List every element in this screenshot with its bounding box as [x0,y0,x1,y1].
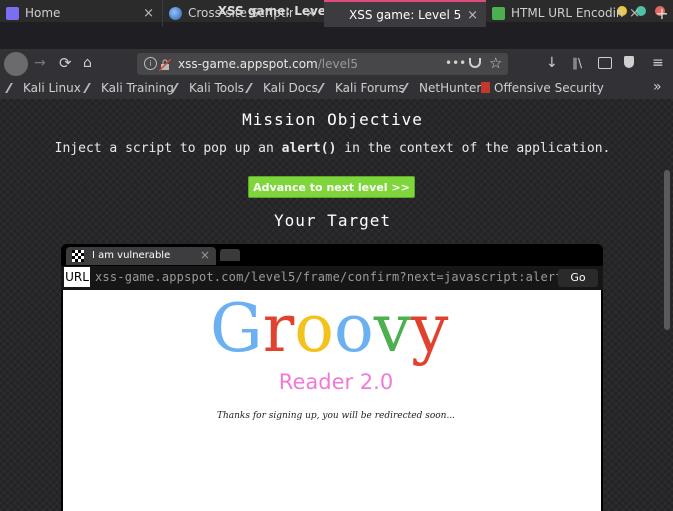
logo-letter: y [411,290,449,367]
close-icon[interactable]: × [629,0,640,27]
tab-html-url-encoding[interactable]: HTML URL Encoding R × [486,0,648,27]
scrollbar[interactable] [664,170,670,330]
groovy-logo: Groovy [210,290,450,367]
mission-objective: Inject a script to pop up an alert() in … [0,141,665,156]
close-icon[interactable]: × [467,2,478,29]
globe-icon [169,7,182,20]
kali-dragon-icon [171,83,189,93]
kali-dragon-icon [83,83,101,93]
objective-code: alert() [281,141,337,156]
shield-icon[interactable] [624,56,634,68]
logo-letter: v [373,290,412,367]
logo-letter: o [334,290,374,367]
back-button[interactable] [4,52,28,76]
home-icon[interactable]: ⌂ [83,55,92,71]
offsec-icon [481,82,490,93]
info-icon[interactable]: i [144,57,157,70]
frame-url-input[interactable]: xss-game.appspot.com/level5/frame/confir… [95,270,585,284]
objective-prefix: Inject a script to pop up an [54,141,282,156]
kali-dragon-icon [5,83,23,93]
logo-letter: r [262,290,295,367]
bookmark-kali-tools[interactable]: Kali Tools [171,81,244,95]
library-icon[interactable]: ∥\ [572,56,582,70]
url-text: xss-game.appspot.com/level5 [178,57,358,71]
bookmark-kali-training[interactable]: Kali Training [83,81,174,95]
bookmark-kali-docs[interactable]: Kali Docs [245,81,318,95]
bookmark-kali-forums[interactable]: Kali Forums [317,81,405,95]
target-heading: Your Target [274,211,391,230]
reload-icon[interactable]: ⟳ [59,54,72,72]
bookmark-offensive-security[interactable]: Offensive Security [481,81,604,95]
tab-cross-site-scripting[interactable]: Cross-site Scripting (X × [162,0,324,27]
frame-url-row: URL xss-game.appspot.com/level5/frame/co… [61,266,603,290]
tab-label: HTML URL Encoding R [511,6,623,20]
menu-icon[interactable]: ≡ [652,55,664,71]
sidebar-icon[interactable] [598,57,612,69]
home-folder-icon [6,7,19,20]
frame-go-button[interactable]: Go [558,269,598,287]
bookmark-kali-linux[interactable]: Kali Linux [5,81,81,95]
logo-subtitle: Reader 2.0 [278,370,394,394]
forward-arrow-icon[interactable]: → [34,55,46,71]
download-icon[interactable]: ↓ [546,55,558,71]
tab-label: XSS game: Level 5 [349,8,462,22]
logo-letter: G [210,290,263,367]
close-icon[interactable]: × [143,0,154,27]
insecure-lock-icon[interactable] [158,56,172,72]
bookmark-star-icon[interactable]: ☆ [489,54,502,72]
frame-new-tab[interactable] [220,249,240,261]
url-domain: xss-game.appspot.com [178,57,318,71]
frame-tab-title: I am vulnerable [92,250,171,261]
frame-url-label: URL [64,267,90,287]
close-icon[interactable]: × [305,0,316,27]
page-actions-button[interactable]: ••• [445,56,466,70]
bookmarks-overflow-button[interactable]: » [653,79,662,95]
kali-dragon-icon [245,83,263,93]
signup-message: Thanks for signing up, you will be redir… [216,411,456,421]
url-path: /level5 [317,57,358,71]
frame-tab-icon [72,250,84,262]
encoding-site-icon [492,7,505,20]
tab-label: Cross-site Scripting (X [188,6,293,20]
bookmarks-toolbar: Kali Linux Kali Training Kali Tools Kali… [0,79,673,99]
groovy-reader-page: Groovy Reader 2.0 Thanks for signing up,… [63,290,601,511]
objective-suffix: in the context of the application. [336,141,611,156]
kali-dragon-icon [317,83,335,93]
logo-letter: o [294,290,335,367]
tab-xss-game[interactable]: XSS game: Level 5 × [324,0,486,27]
advance-button[interactable]: Advance to next level >> [248,176,415,198]
frame-tab[interactable]: I am vulnerable × [66,247,216,265]
kali-dragon-icon [401,83,419,93]
tab-home[interactable]: Home × [0,0,162,27]
frame-tab-close-icon[interactable]: × [200,248,210,262]
mission-heading: Mission Objective [242,110,423,129]
bookmark-nethunter[interactable]: NetHunter [401,81,481,95]
tab-label: Home [25,6,61,20]
new-tab-button[interactable]: + [652,0,672,27]
